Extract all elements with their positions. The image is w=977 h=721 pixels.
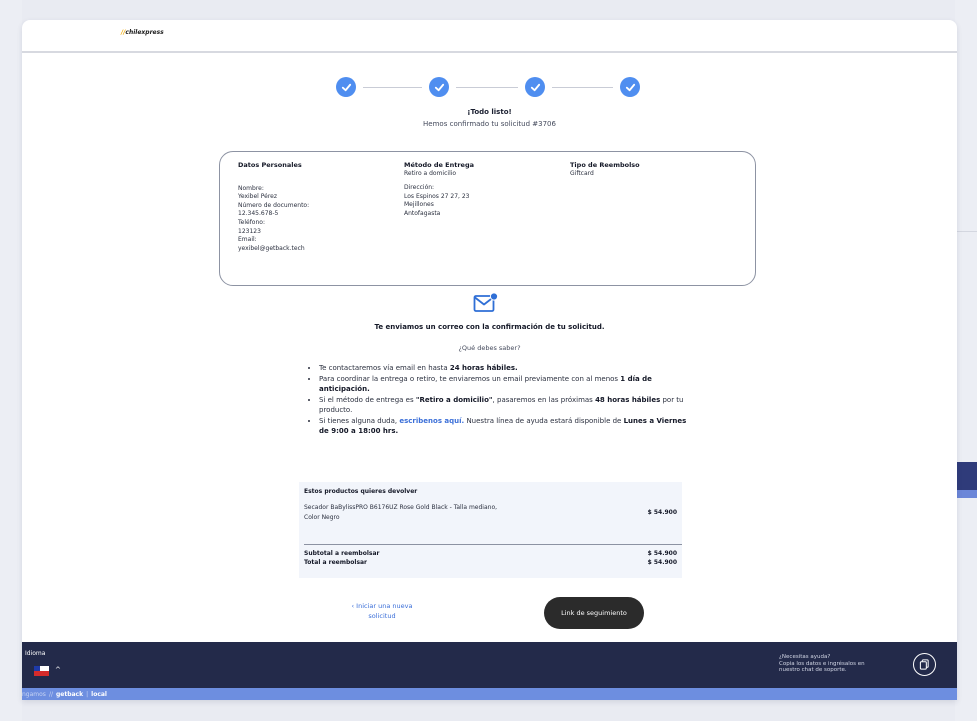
background-right-band bbox=[955, 0, 977, 721]
chile-flag-icon[interactable] bbox=[34, 666, 49, 676]
refund-type-column: Tipo de Reembolso Giftcard bbox=[570, 161, 640, 178]
background-accent-block bbox=[957, 462, 977, 490]
language-toggle-caret[interactable]: ^ bbox=[55, 666, 61, 674]
total-label: Total a reembolsar bbox=[304, 559, 368, 566]
support-help-text: ¿Necesitas ayuda? Copia los datos e ingr… bbox=[779, 654, 865, 673]
name-value: Yexibel Pérez bbox=[238, 193, 278, 201]
step-3-check-icon bbox=[525, 77, 545, 97]
phone-label: Teléfono: bbox=[238, 218, 265, 226]
subtotal-label: Subtotal a reembolsar bbox=[304, 550, 380, 557]
list-item: Si tienes alguna duda, escribenos aquí. … bbox=[319, 416, 687, 437]
request-details-card: Datos Personales Nombre: Yexibel Pérez N… bbox=[219, 151, 756, 286]
total-row: Total a reembolsar $ 54.900 bbox=[304, 559, 677, 566]
footer: Idioma ^ ¿Necesitas ayuda? Copia los dat… bbox=[22, 642, 957, 688]
list-item: Te contactaremos vía email en hasta 24 h… bbox=[319, 363, 687, 374]
environment-bar: ngamos // getback | local bbox=[22, 688, 957, 700]
document-label: Número de documento: bbox=[238, 201, 310, 209]
tracking-link-button[interactable]: Link de seguimiento bbox=[544, 597, 644, 629]
background-left-band bbox=[0, 0, 22, 721]
brand-logo[interactable]: //chilexpress bbox=[121, 29, 164, 36]
list-item: Si el método de entrega es "Retiro a dom… bbox=[319, 395, 687, 416]
summary-divider bbox=[304, 544, 682, 545]
info-list: Te contactaremos vía email en hasta 24 h… bbox=[307, 363, 687, 437]
personal-data-column: Datos Personales Nombre: Yexibel Pérez N… bbox=[238, 161, 309, 253]
product-description: Secador BaBylissPRO B6176UZ Rose Gold Bl… bbox=[304, 504, 498, 521]
delivery-method-heading: Método de Entrega bbox=[404, 161, 474, 169]
refund-type-value: Giftcard bbox=[570, 169, 594, 177]
address-line-1: Los Espinos 27 27, 23 bbox=[404, 192, 470, 200]
step-connector bbox=[552, 87, 613, 88]
logo-text: chilexpress bbox=[125, 29, 164, 36]
email-label: Email: bbox=[238, 236, 257, 244]
email-confirmation-title: Te enviamos un correo con la confirmació… bbox=[374, 323, 605, 331]
confirmation-title: ¡Todo listo! bbox=[467, 108, 512, 116]
step-1-check-icon bbox=[336, 77, 356, 97]
personal-data-heading: Datos Personales bbox=[238, 161, 302, 169]
address-line-3: Antofagasta bbox=[404, 209, 441, 217]
step-connector bbox=[363, 87, 422, 88]
refund-type-heading: Tipo de Reembolso bbox=[570, 161, 640, 169]
background-accent-strip bbox=[957, 490, 977, 498]
total-value: $ 54.900 bbox=[647, 559, 677, 566]
subtotal-row: Subtotal a reembolsar $ 54.900 bbox=[304, 550, 677, 557]
confirmation-page: //chilexpress ¡Todo listo! Hemos confirm… bbox=[22, 20, 957, 700]
address-label: Dirección: bbox=[404, 184, 435, 192]
refund-summary: Estos productos quieres devolver Secador… bbox=[299, 482, 682, 578]
list-item: Para coordinar la entrega o retiro, te e… bbox=[319, 374, 687, 395]
delivery-method-column: Método de Entrega Retiro a domicilio Dir… bbox=[404, 161, 474, 219]
top-bar: //chilexpress bbox=[22, 20, 957, 53]
document-value: 12.345.678-5 bbox=[238, 210, 279, 218]
confirmation-subtitle: Hemos confirmado tu solicitud #3706 bbox=[423, 120, 556, 128]
step-connector bbox=[456, 87, 518, 88]
what-to-know-title: ¿Qué debes saber? bbox=[458, 344, 521, 352]
language-label: Idioma bbox=[25, 650, 46, 657]
contact-us-link[interactable]: escribenos aquí. bbox=[399, 417, 464, 425]
new-request-link[interactable]: ‹ Iniciar una nueva solicitud bbox=[342, 601, 422, 621]
mail-notification-icon bbox=[473, 292, 499, 312]
step-4-check-icon bbox=[620, 77, 640, 97]
address-line-2: Mejillones bbox=[404, 201, 434, 209]
subtotal-value: $ 54.900 bbox=[647, 550, 677, 557]
email-value: yexibel@getback.tech bbox=[238, 244, 305, 252]
progress-stepper bbox=[336, 77, 641, 97]
name-label: Nombre: bbox=[238, 184, 264, 192]
delivery-method-value: Retiro a domicilio bbox=[404, 169, 457, 177]
background-divider bbox=[957, 231, 977, 232]
products-heading: Estos productos quieres devolver bbox=[304, 488, 418, 495]
phone-value: 123123 bbox=[238, 227, 261, 235]
product-price: $ 54.900 bbox=[647, 509, 677, 516]
copy-icon[interactable] bbox=[913, 653, 936, 676]
step-2-check-icon bbox=[429, 77, 449, 97]
